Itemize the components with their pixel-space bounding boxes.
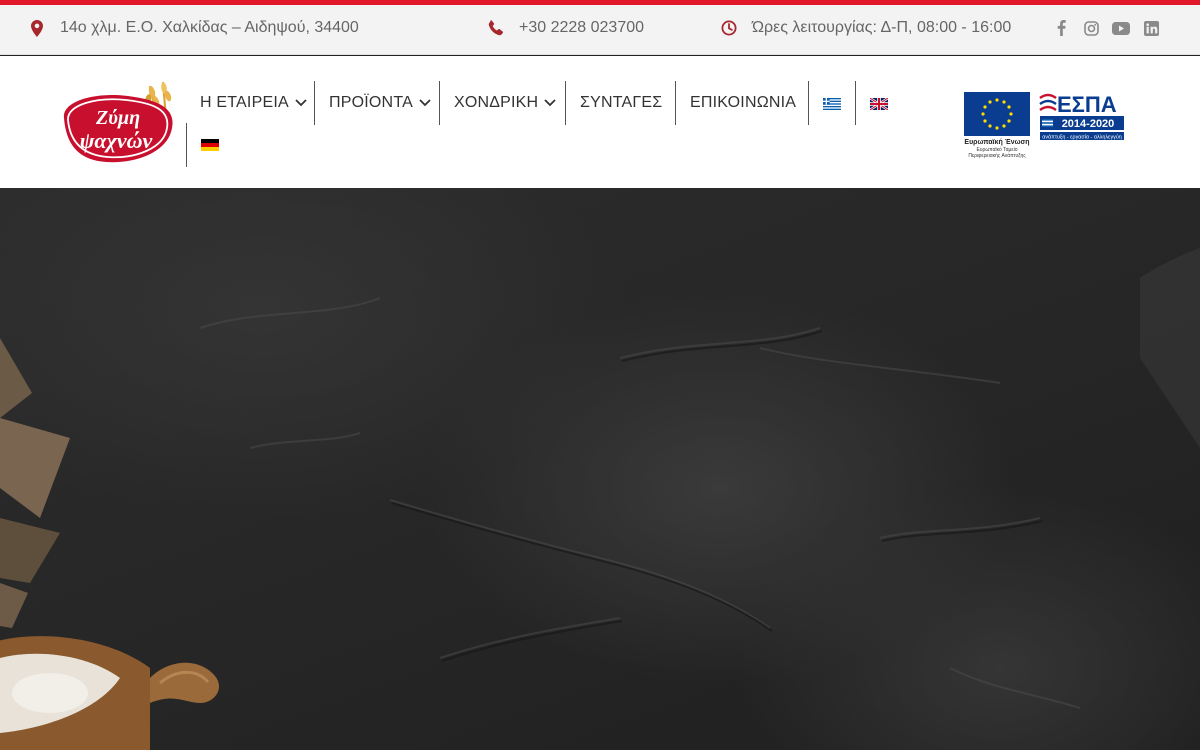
uk-flag-icon[interactable]: [869, 97, 889, 115]
nav-recipes-label: ΣΥΝΤΑΓΕΣ: [580, 94, 663, 111]
hours-info: Ώρες λειτουργίας: Δ-Π, 08:00 - 16:00: [720, 5, 1011, 51]
espa-logo: Ευρωπαϊκή Ένωση Ευρωπαϊκό Ταμείο Περιφερ…: [962, 90, 1132, 162]
linkedin-icon[interactable]: [1142, 19, 1160, 37]
clock-icon: [720, 19, 738, 37]
nav-separator: [675, 81, 676, 125]
main-header: Ζύμη ψαχνών Η ΕΤΑΙΡΕΙΑ ΠΡΟΪΟΝΤΑ ΧΟΝΔΡΙΚΗ…: [0, 56, 1200, 188]
eu-fund-line2: Περιφερειακής Ανάπτυξης: [968, 152, 1026, 159]
espa-waves-icon: [1039, 93, 1057, 111]
address-text: 14ο χλμ. Ε.Ο. Χαλκίδας – Αιδηψού, 34400: [60, 19, 359, 36]
nav-recipes[interactable]: ΣΥΝΤΑΓΕΣ: [580, 81, 662, 125]
nav-company[interactable]: Η ΕΤΑΙΡΕΙΑ: [200, 81, 307, 125]
facebook-icon[interactable]: [1052, 19, 1070, 37]
map-marker-icon: [28, 19, 46, 37]
hours-text: Ώρες λειτουργίας: Δ-Π, 08:00 - 16:00: [752, 19, 1012, 36]
address-info: 14ο χλμ. Ε.Ο. Χαλκίδας – Αιδηψού, 34400: [28, 5, 359, 51]
chevron-down-icon: [544, 99, 556, 107]
nav-products[interactable]: ΠΡΟΪΟΝΤΑ: [329, 81, 431, 125]
hero-banner: [0, 188, 1200, 750]
espa-years: 2014-2020: [1062, 118, 1115, 130]
logo-line1: Ζύμη: [95, 107, 140, 129]
nav-separator: [855, 81, 856, 125]
eu-flag-icon: [964, 92, 1030, 136]
nav-wholesale[interactable]: ΧΟΝΔΡΙΚΗ: [454, 81, 556, 125]
nav-company-label: Η ΕΤΑΙΡΕΙΑ: [200, 94, 289, 111]
logo-line2: ψαχνών: [80, 128, 153, 153]
social-links: [1052, 5, 1160, 51]
nav-separator: [565, 81, 566, 125]
nav-separator: [186, 123, 187, 167]
phone-text[interactable]: +30 2228 023700: [519, 19, 644, 37]
site-logo[interactable]: Ζύμη ψαχνών: [58, 78, 178, 168]
chevron-down-icon: [419, 99, 431, 107]
greek-flag-icon[interactable]: [823, 97, 841, 115]
eu-fund-line1: Ευρωπαϊκό Ταμείο: [976, 146, 1017, 153]
instagram-icon[interactable]: [1082, 19, 1100, 37]
eu-title: Ευρωπαϊκή Ένωση: [964, 139, 1029, 146]
top-info-bar: 14ο χλμ. Ε.Ο. Χαλκίδας – Αιδηψού, 34400 …: [0, 5, 1200, 55]
nav-separator: [439, 81, 440, 125]
phone-icon: [487, 19, 505, 37]
german-flag-icon[interactable]: [201, 138, 219, 156]
chevron-down-icon: [295, 99, 307, 107]
nav-separator: [808, 81, 809, 125]
tortilla-chips-image: [0, 338, 70, 628]
espa-tagline: ανάπτυξη - εργασία - αλληλεγγύη: [1042, 134, 1122, 141]
nav-products-label: ΠΡΟΪΟΝΤΑ: [329, 94, 413, 111]
nav-contact-label: ΕΠΙΚΟΙΝΩΝΙΑ: [690, 94, 797, 111]
nav-separator: [314, 81, 315, 125]
phone-info[interactable]: +30 2228 023700: [487, 5, 644, 51]
youtube-icon[interactable]: [1112, 19, 1130, 37]
greek-flag-small-icon: [1042, 119, 1053, 127]
hero-background-image: [0, 248, 1200, 750]
nav-wholesale-label: ΧΟΝΔΡΙΚΗ: [454, 94, 539, 111]
espa-title: ΕΣΠΑ: [1057, 92, 1117, 117]
flour-bowl-image: [0, 636, 220, 750]
nav-contact[interactable]: ΕΠΙΚΟΙΝΩΝΙΑ: [690, 81, 796, 125]
